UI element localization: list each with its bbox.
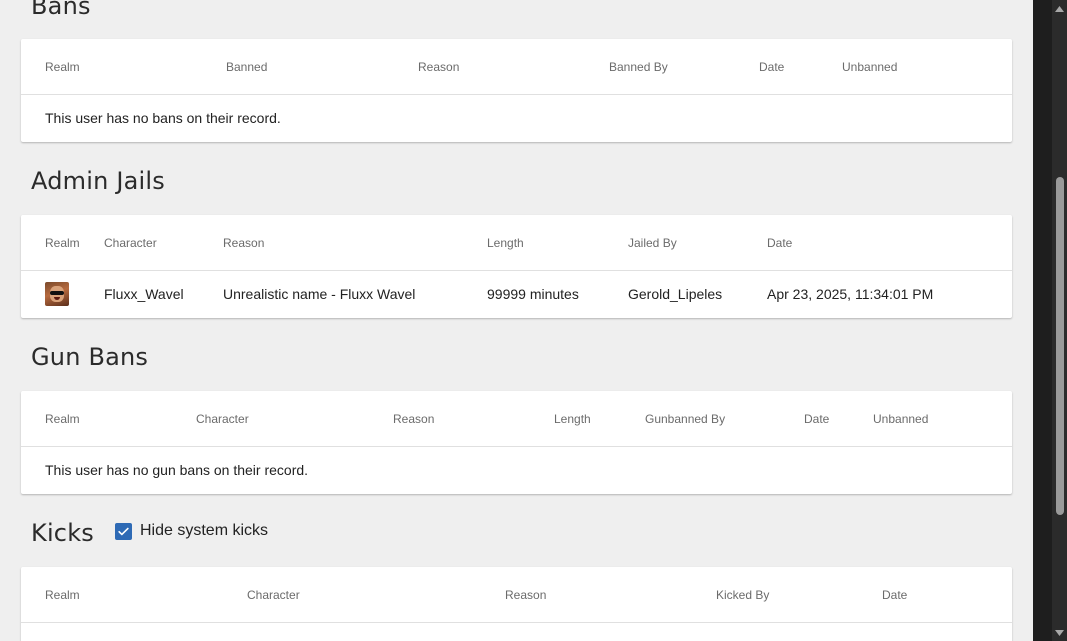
column-header-reason[interactable]: Reason: [505, 567, 546, 623]
column-header-jailed-by[interactable]: Jailed By: [628, 215, 677, 271]
column-header-date[interactable]: Date: [804, 391, 829, 447]
column-header-banned-by[interactable]: Banned By: [609, 39, 668, 95]
gun-bans-table-header: Realm Character Reason Length Gunbanned …: [21, 391, 1012, 447]
jail-length: 99999 minutes: [487, 286, 579, 302]
column-header-length[interactable]: Length: [487, 215, 524, 271]
bans-table: Realm Banned Reason Banned By Date Unban…: [21, 39, 1012, 142]
kicks-table-header: Realm Character Reason Kicked By Date: [21, 567, 1012, 623]
jail-date: Apr 23, 2025, 11:34:01 PM: [767, 286, 934, 302]
gun-bans-empty-row: This user has no gun bans on their recor…: [21, 447, 1012, 494]
column-header-reason[interactable]: Reason: [393, 391, 434, 447]
bans-table-header: Realm Banned Reason Banned By Date Unban…: [21, 39, 1012, 95]
column-header-date[interactable]: Date: [767, 215, 792, 271]
column-header-length[interactable]: Length: [554, 391, 591, 447]
hide-system-kicks-toggle[interactable]: Hide system kicks: [115, 521, 268, 541]
column-header-date[interactable]: Date: [759, 39, 784, 95]
gun-bans-table: Realm Character Reason Length Gunbanned …: [21, 391, 1012, 494]
admin-jails-title: Admin Jails: [31, 167, 165, 195]
kicks-table: Realm Character Reason Kicked By Date: [21, 567, 1012, 641]
content-area: Bans Realm Banned Reason Banned By Date …: [0, 0, 1033, 641]
column-header-banned[interactable]: Banned: [226, 39, 267, 95]
gun-bans-empty-message: This user has no gun bans on their recor…: [45, 462, 309, 478]
jail-jailed-by: Gerold_Lipeles: [628, 286, 723, 302]
checkmark-icon: [118, 527, 129, 535]
column-header-realm[interactable]: Realm: [45, 391, 80, 447]
scrollbar-thumb[interactable]: [1056, 177, 1064, 515]
kicks-title: Kicks: [31, 519, 95, 547]
scroll-up-icon[interactable]: [1052, 0, 1067, 17]
column-header-unbanned[interactable]: Unbanned: [842, 39, 897, 95]
column-header-realm[interactable]: Realm: [45, 567, 80, 623]
jail-reason: Unrealistic name - Fluxx Wavel: [223, 286, 416, 302]
column-header-kicked-by[interactable]: Kicked By: [716, 567, 769, 623]
column-header-reason[interactable]: Reason: [418, 39, 459, 95]
column-header-gunbanned-by[interactable]: Gunbanned By: [645, 391, 725, 447]
bans-title: Bans: [31, 0, 91, 20]
hide-system-kicks-label: Hide system kicks: [140, 522, 269, 539]
column-header-unbanned[interactable]: Unbanned: [873, 391, 928, 447]
column-header-reason[interactable]: Reason: [223, 215, 264, 271]
admin-jails-table-header: Realm Character Reason Length Jailed By …: [21, 215, 1012, 271]
column-header-character[interactable]: Character: [247, 567, 300, 623]
window-edge: [1033, 0, 1052, 641]
hide-system-kicks-checkbox[interactable]: [115, 522, 132, 540]
table-row[interactable]: Fluxx_Wavel Unrealistic name - Fluxx Wav…: [21, 271, 1012, 318]
column-header-character[interactable]: Character: [104, 215, 157, 271]
vertical-scrollbar[interactable]: [1052, 0, 1067, 641]
column-header-realm[interactable]: Realm: [45, 39, 80, 95]
gun-bans-title: Gun Bans: [31, 343, 149, 371]
column-header-character[interactable]: Character: [196, 391, 249, 447]
scroll-down-icon[interactable]: [1052, 624, 1067, 641]
jail-character: Fluxx_Wavel: [104, 286, 184, 302]
admin-jails-table: Realm Character Reason Length Jailed By …: [21, 215, 1012, 318]
column-header-date[interactable]: Date: [882, 567, 907, 623]
character-avatar-icon: [45, 282, 69, 306]
column-header-realm[interactable]: Realm: [45, 215, 80, 271]
bans-empty-row: This user has no bans on their record.: [21, 95, 1012, 142]
bans-empty-message: This user has no bans on their record.: [45, 110, 281, 126]
